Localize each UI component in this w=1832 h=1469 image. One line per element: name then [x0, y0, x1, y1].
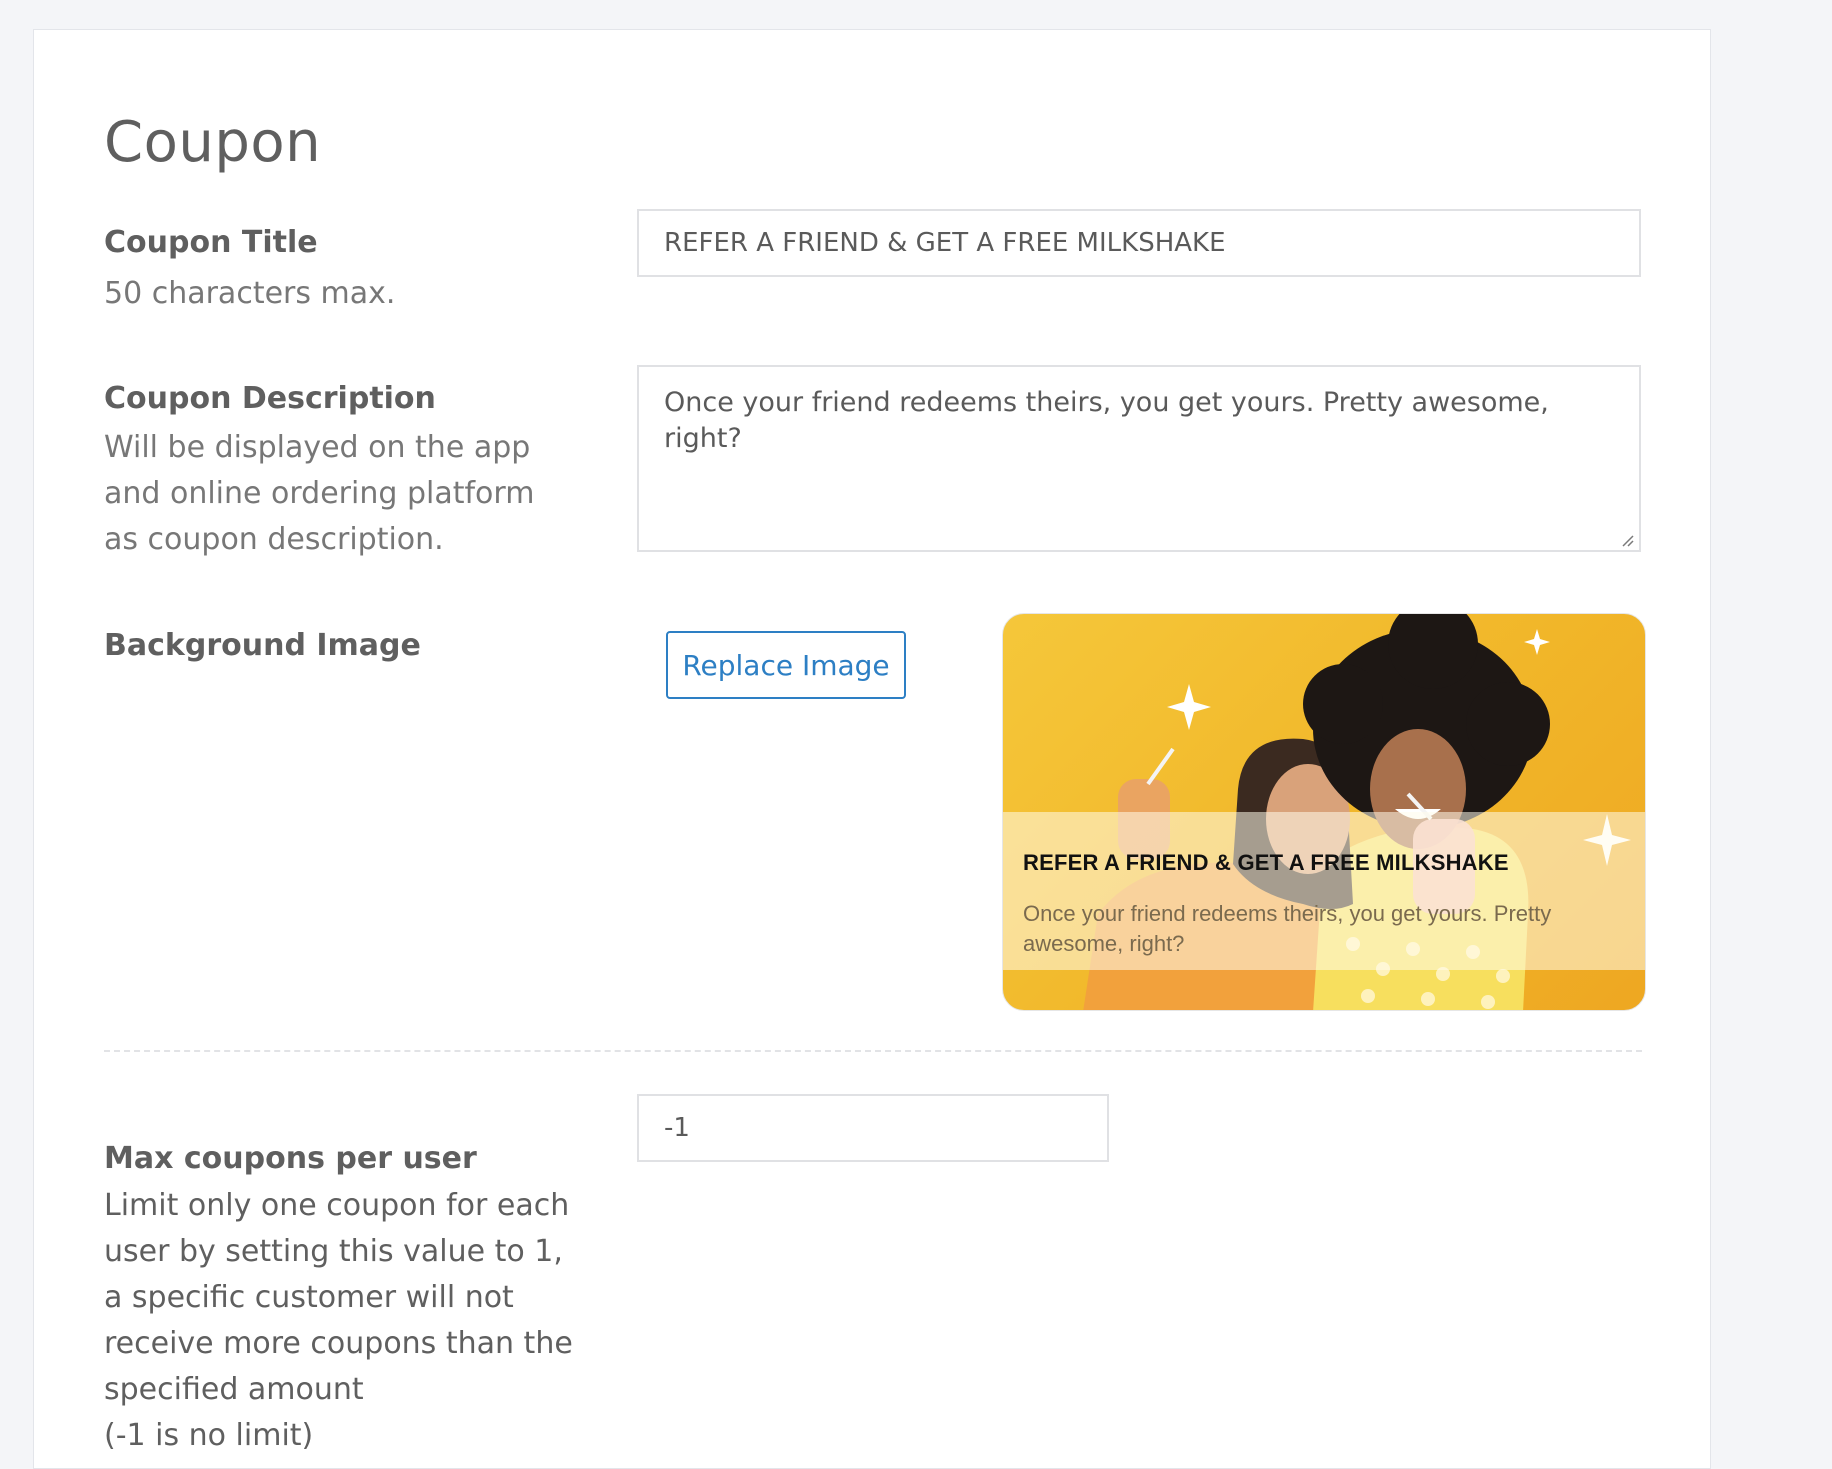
background-image-label: Background Image: [104, 628, 421, 663]
replace-image-button[interactable]: Replace Image: [666, 631, 906, 699]
max-coupons-hint: Limit only one coupon for each user by s…: [104, 1188, 573, 1407]
preview-title: REFER A FRIEND & GET A FREE MILKSHAKE: [1023, 850, 1509, 875]
max-coupons-hint-note: (-1 is no limit): [104, 1418, 314, 1453]
coupon-preview-image: REFER A FRIEND & GET A FREE MILKSHAKE On…: [1002, 613, 1646, 1011]
page-title: Coupon: [104, 110, 322, 175]
coupon-description-label: Coupon Description: [104, 381, 436, 416]
max-coupons-label: Max coupons per user: [104, 1141, 477, 1176]
max-coupons-input[interactable]: [637, 1094, 1109, 1162]
coupon-title-hint: 50 characters max.: [104, 276, 396, 311]
coupon-title-input[interactable]: [637, 209, 1641, 277]
coupon-card: Coupon Coupon Title 50 characters max. C…: [33, 29, 1711, 1469]
coupon-description-textarea[interactable]: Once your friend redeems theirs, you get…: [637, 365, 1641, 552]
coupon-description-hint: Will be displayed on the app and online …: [104, 430, 535, 557]
preview-description: Once your friend redeems theirs, you get…: [1023, 901, 1552, 956]
resize-grip-icon[interactable]: [1619, 532, 1635, 548]
section-divider: [104, 1050, 1642, 1052]
coupon-title-label: Coupon Title: [104, 225, 318, 260]
